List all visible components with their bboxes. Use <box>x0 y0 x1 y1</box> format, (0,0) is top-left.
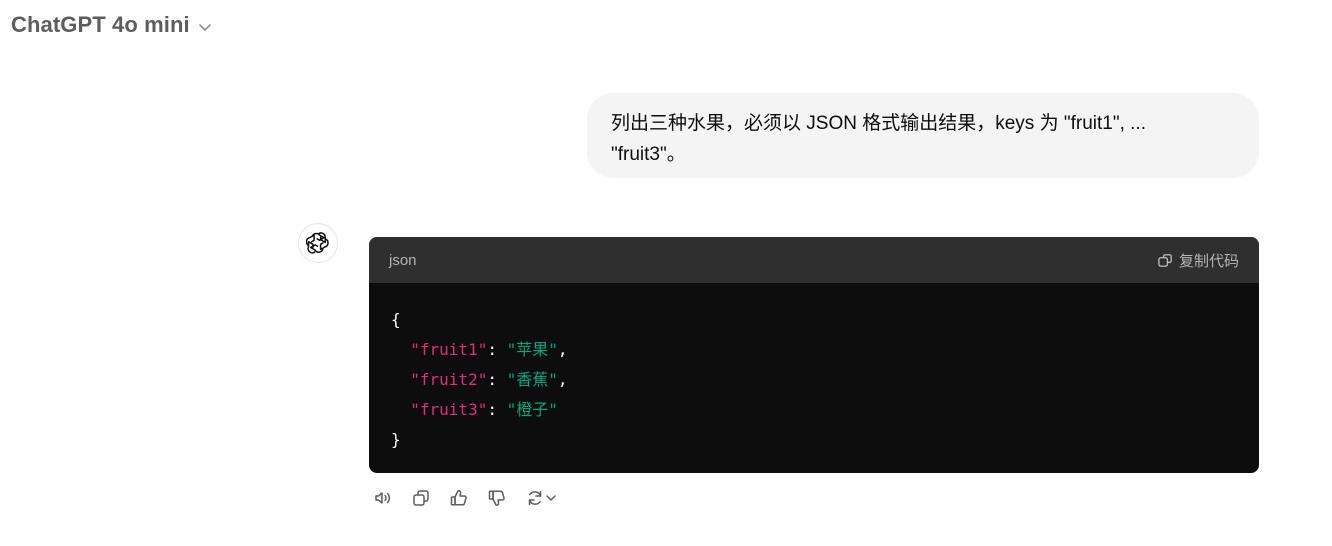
code-line: { <box>391 305 1237 335</box>
code-separator: : <box>487 400 507 419</box>
openai-logo-icon <box>306 232 329 254</box>
model-name: ChatGPT 4o mini <box>11 12 190 37</box>
code-line: "fruit3": "橙子" <box>391 395 1237 425</box>
copy-code-label: 复制代码 <box>1178 252 1239 270</box>
code-line: "fruit1": "苹果", <box>391 335 1237 365</box>
code-content: { "fruit1": "苹果", "fruit2": "香蕉", "fruit… <box>369 283 1259 455</box>
bad-response-button[interactable] <box>483 485 511 511</box>
code-comma: , <box>557 370 568 389</box>
code-value: "香蕉" <box>506 370 558 389</box>
chat-page: ChatGPT 4o mini 列出三种水果，必须以 JSON 格式输出结果，k… <box>0 0 1332 546</box>
good-response-button[interactable] <box>445 485 473 511</box>
thumbs-down-icon <box>488 490 505 506</box>
speaker-icon <box>375 492 390 504</box>
regenerate-icon <box>528 490 542 506</box>
code-key: "fruit1" <box>410 340 488 359</box>
code-comma: , <box>557 340 568 359</box>
code-value: "苹果" <box>506 340 558 359</box>
copy-code-button[interactable]: 复制代码 <box>1157 250 1239 271</box>
message-actions <box>369 485 561 511</box>
chevron-down-icon <box>546 495 556 501</box>
code-brace-open: { <box>391 310 401 329</box>
code-separator: : <box>487 340 507 359</box>
code-separator: : <box>487 370 507 389</box>
code-language-label: json <box>389 251 417 269</box>
model-selector[interactable]: ChatGPT 4o mini <box>11 12 214 38</box>
code-line: "fruit2": "香蕉", <box>391 365 1237 395</box>
copy-message-button[interactable] <box>407 485 435 511</box>
regenerate-button[interactable] <box>521 485 561 511</box>
code-header: json 复制代码 <box>369 237 1259 283</box>
code-value: "橙子" <box>506 400 558 419</box>
code-line: } <box>391 425 1237 455</box>
code-brace-close: } <box>391 430 401 449</box>
copy-icon <box>413 490 429 506</box>
code-key: "fruit2" <box>410 370 488 389</box>
assistant-avatar <box>298 223 338 263</box>
read-aloud-button[interactable] <box>369 485 397 511</box>
thumbs-up-icon <box>450 490 467 506</box>
chevron-down-icon <box>198 24 211 31</box>
user-message: 列出三种水果，必须以 JSON 格式输出结果，keys 为 "fruit1", … <box>587 93 1259 178</box>
code-block: json 复制代码 { "fruit1": "苹果", "fruit2": "香… <box>369 237 1259 473</box>
code-key: "fruit3" <box>410 400 488 419</box>
copy-icon <box>1158 253 1172 267</box>
